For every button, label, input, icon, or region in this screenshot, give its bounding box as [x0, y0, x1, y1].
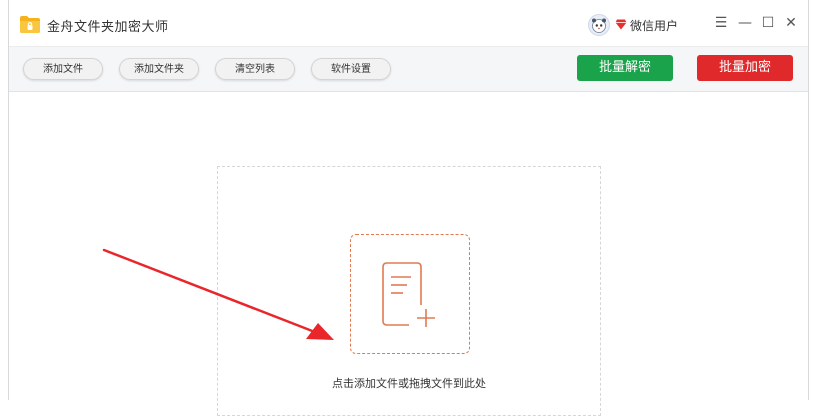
batch-decrypt-button[interactable]: 批量解密	[577, 55, 673, 81]
panda-avatar-icon	[592, 18, 606, 33]
app-title: 金舟文件夹加密大师	[47, 20, 169, 35]
drop-hint-text: 点击添加文件或拖拽文件到此处	[332, 377, 486, 390]
settings-button[interactable]: 软件设置	[311, 58, 391, 80]
close-icon[interactable]: ✕	[783, 15, 799, 31]
minimize-icon[interactable]: —	[737, 15, 753, 31]
add-file-button[interactable]: 添加文件	[23, 58, 103, 80]
maximize-icon[interactable]: ☐	[760, 15, 776, 31]
app-window: 金舟文件夹加密大师 微信用户 ☰ — ☐ ✕ 添加文件 添加文件夹 清空列表 软…	[8, 0, 809, 416]
batch-encrypt-button[interactable]: 批量加密	[697, 55, 793, 81]
clear-list-button[interactable]: 清空列表	[215, 58, 295, 80]
toolbar: 添加文件 添加文件夹 清空列表 软件设置 批量解密 批量加密	[9, 46, 808, 92]
menu-icon[interactable]: ☰	[713, 15, 729, 31]
drop-zone[interactable]: 点击添加文件或拖拽文件到此处	[217, 166, 601, 416]
vip-diamond-icon	[615, 19, 627, 30]
title-bar: 金舟文件夹加密大师 微信用户 ☰ — ☐ ✕	[9, 0, 808, 46]
user-name[interactable]: 微信用户	[630, 17, 678, 34]
add-file-box[interactable]	[350, 234, 470, 354]
user-avatar[interactable]	[588, 14, 610, 36]
add-folder-button[interactable]: 添加文件夹	[119, 58, 199, 80]
folder-lock-logo-icon	[20, 16, 40, 33]
file-list-area: 点击添加文件或拖拽文件到此处	[9, 92, 808, 416]
file-add-icon	[382, 262, 435, 327]
